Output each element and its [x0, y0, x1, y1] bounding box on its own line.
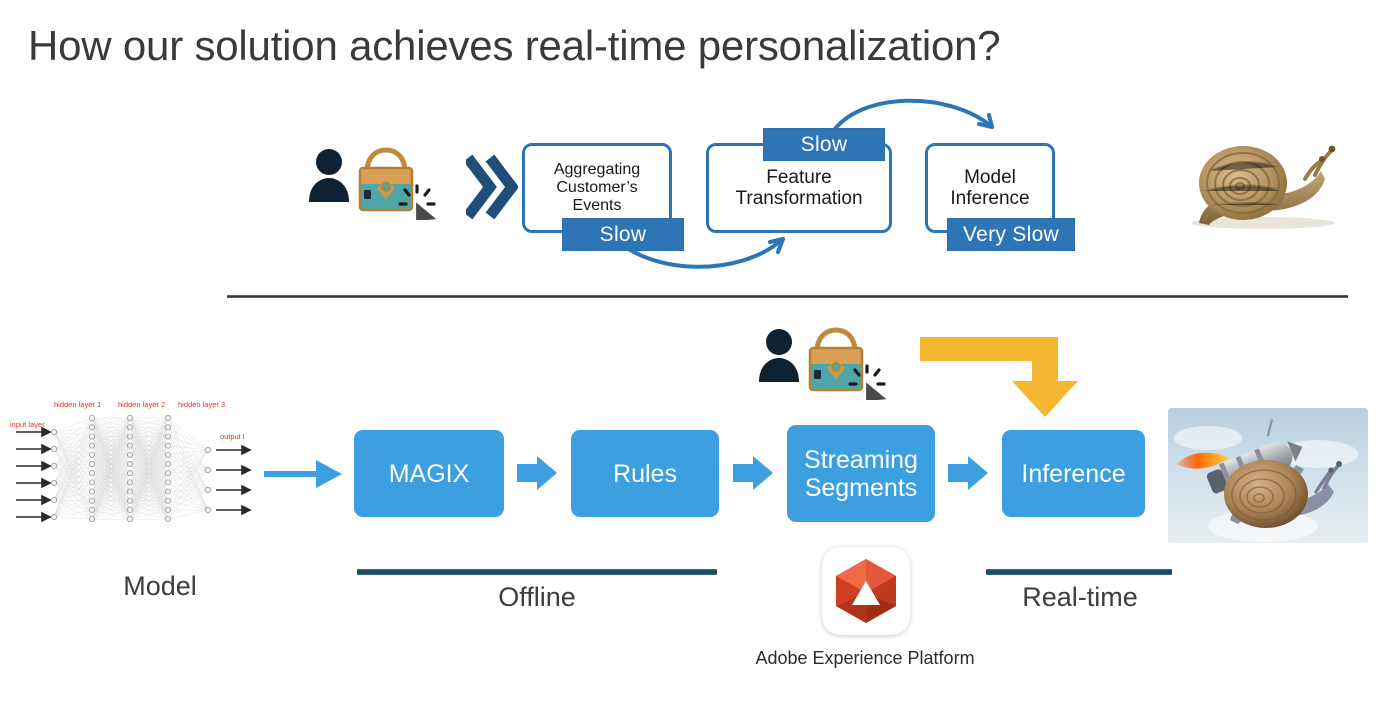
pipeline-arrow-2-icon [733, 456, 773, 490]
legacy-step1-line3: Events [572, 196, 622, 214]
snail-icon [1191, 145, 1336, 229]
nn-label-output: output l [220, 432, 245, 441]
nn-label-hidden1: hidden layer 1 [54, 400, 102, 409]
nn-label-hidden3: hidden layer 3 [178, 400, 226, 409]
legacy-step2-line1: Feature [766, 166, 832, 188]
person-handbag-click-icon [759, 327, 892, 417]
person-handbag-click-icon [309, 147, 442, 237]
badge-very-slow-inference: Very Slow [947, 218, 1075, 251]
stage-magix-label: MAGIX [388, 459, 470, 488]
stage-rules-label: Rules [613, 459, 677, 488]
stage-magix[interactable]: MAGIX [354, 430, 504, 517]
legacy-step3-line2: Inference [950, 188, 1030, 209]
realtime-segment-bar [986, 569, 1172, 575]
offline-segment-bar [357, 569, 717, 575]
request-elbow-arrow-icon [920, 337, 1078, 417]
stage-inference-label: Inference [1021, 459, 1126, 488]
neural-network-diagram: input layer hidden layer 1 hidden layer … [8, 392, 252, 532]
stage-streaming-line1: Streaming [804, 445, 918, 474]
offline-label: Offline [498, 582, 576, 612]
adobe-experience-platform-logo[interactable] [822, 547, 910, 635]
legacy-step1-line1: Aggregating [553, 161, 641, 179]
legacy-step3-line1: Model [964, 166, 1016, 188]
handbag-icon [358, 147, 414, 212]
model-to-magix-arrow-icon [264, 460, 342, 488]
model-label: Model [123, 571, 197, 601]
rocket-snail-icon [1168, 408, 1368, 543]
badge-slow-aggregating: Slow [562, 218, 684, 251]
nn-label-input: input layer [10, 420, 45, 429]
legacy-step2-line2: Transformation [735, 188, 863, 209]
handbag-icon [808, 327, 864, 392]
stage-inference[interactable]: Inference [1002, 430, 1145, 517]
double-chevron-icon [466, 154, 518, 220]
slide-canvas: How our solution achieves real-time pers… [0, 0, 1400, 703]
stage-rules[interactable]: Rules [571, 430, 719, 517]
legacy-user-group [305, 140, 455, 237]
badge-slow-feature: Slow [763, 128, 885, 161]
solution-user-group [755, 320, 905, 417]
legacy-step1-line2: Customer’s [556, 179, 638, 197]
pipeline-arrow-3-icon [948, 456, 988, 490]
section-divider [227, 295, 1348, 298]
stage-streaming-line2: Segments [804, 473, 918, 502]
adobe-experience-platform-label: Adobe Experience Platform [755, 648, 975, 668]
stage-streaming-segments[interactable]: Streaming Segments [787, 425, 935, 522]
pipeline-arrow-1-icon [517, 456, 557, 490]
realtime-label: Real-time [1022, 582, 1138, 612]
nn-label-hidden2: hidden layer 2 [118, 400, 166, 409]
page-title: How our solution achieves real-time pers… [28, 22, 1001, 69]
